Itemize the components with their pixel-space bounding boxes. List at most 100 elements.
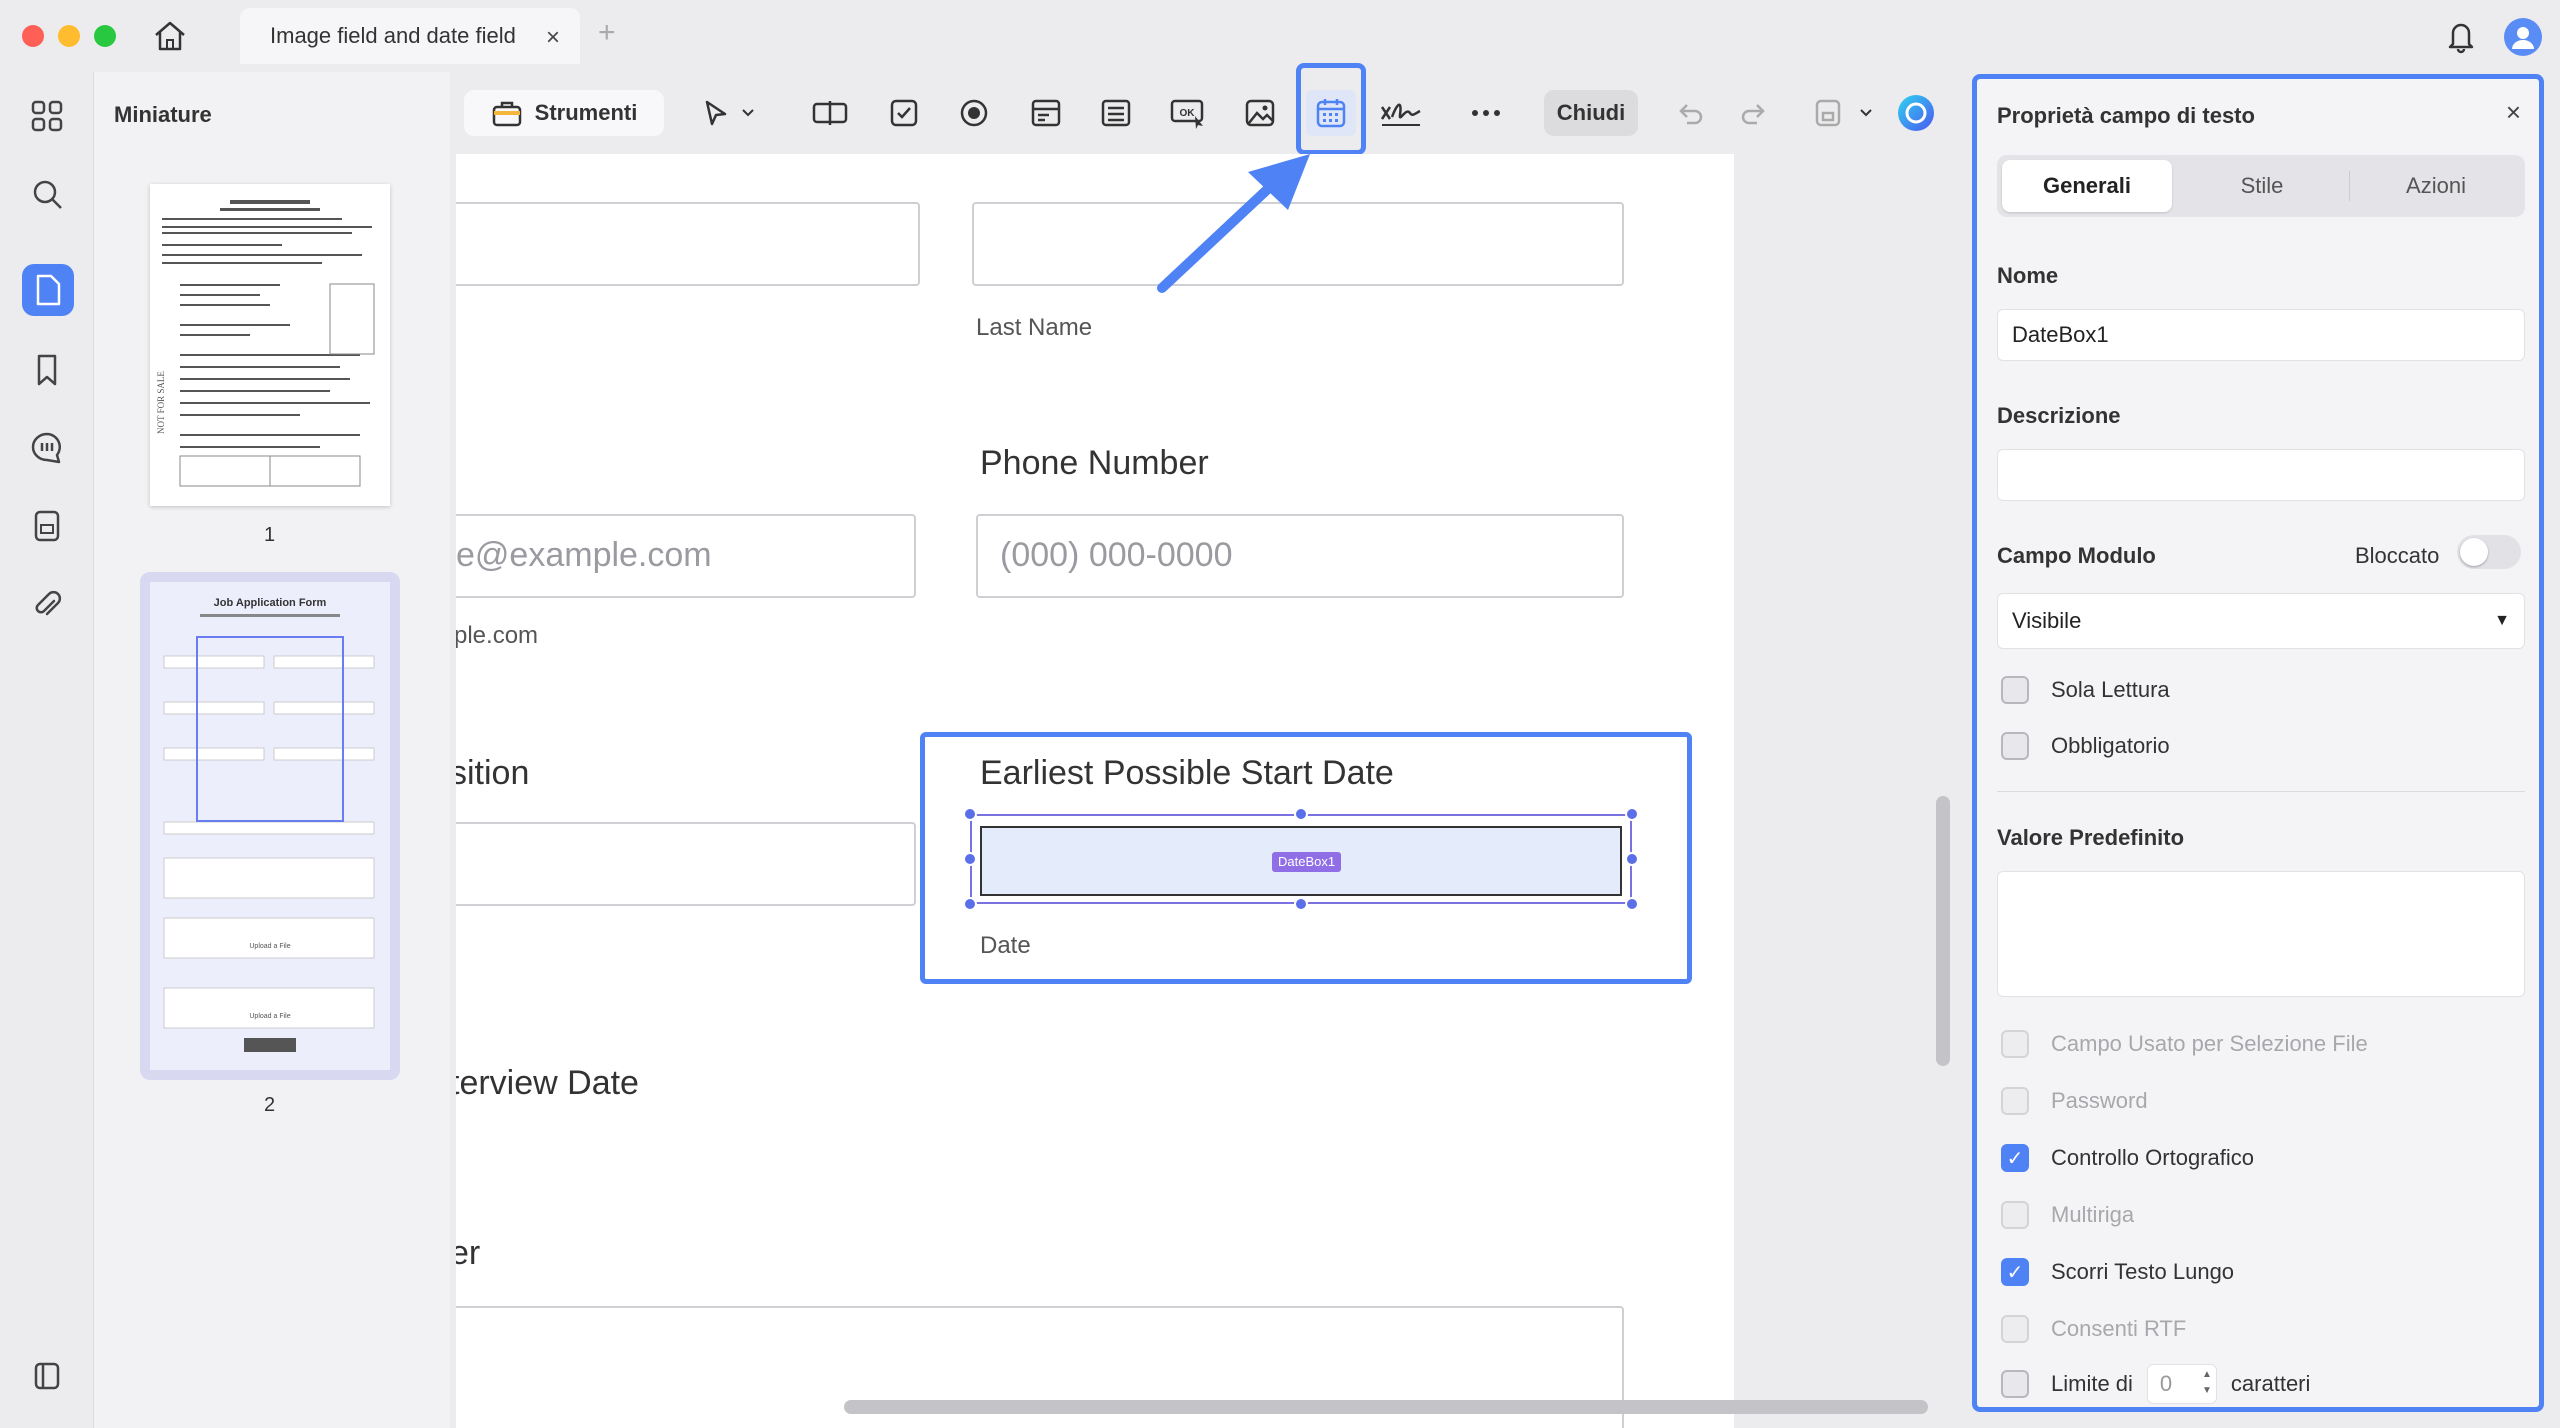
minimize-window-button[interactable] [58, 25, 80, 47]
visibility-select[interactable]: Visibile ▼ [1997, 593, 2525, 649]
forms-icon[interactable] [27, 506, 67, 546]
position-input[interactable] [456, 822, 916, 906]
document-page: Last Name Phone Number e@example.com (00… [456, 154, 1734, 1428]
list-box-icon[interactable] [1096, 90, 1136, 136]
tab-general[interactable]: Generali [2002, 160, 2172, 212]
search-icon[interactable] [27, 174, 67, 214]
resize-handle-bottom-right[interactable] [1625, 897, 1639, 911]
signature-icon[interactable] [1376, 90, 1426, 136]
form-field-label: Campo Modulo [1997, 543, 2156, 568]
comment-icon[interactable] [27, 428, 67, 468]
close-forms-button[interactable]: Chiudi [1544, 90, 1638, 136]
undo-icon[interactable] [1670, 90, 1710, 136]
grid-icon[interactable] [27, 96, 67, 136]
default-value-label: Valore Predefinito [1997, 825, 2185, 850]
read-only-checkbox[interactable] [2001, 676, 2029, 704]
locked-toggle[interactable] [2457, 535, 2521, 569]
char-limit-option[interactable]: Limite di 0 ▲ ▼ caratteri [2001, 1362, 2310, 1406]
home-icon[interactable] [150, 18, 190, 54]
text-field-icon[interactable] [810, 90, 850, 136]
char-limit-checkbox[interactable] [2001, 1370, 2029, 1398]
spell-check-checkbox[interactable]: ✓ [2001, 1144, 2029, 1172]
spell-check-label: Controllo Ortografico [2051, 1145, 2254, 1170]
redo-icon[interactable] [1734, 90, 1774, 136]
image-field-icon[interactable] [1240, 90, 1280, 136]
ai-assistant-icon[interactable] [1894, 90, 1938, 136]
multiline-checkbox [2001, 1201, 2029, 1229]
select-cursor-icon[interactable] [696, 90, 736, 136]
vertical-scrollbar[interactable] [1936, 796, 1950, 1066]
bookmark-icon[interactable] [27, 350, 67, 390]
pages-icon[interactable] [22, 264, 74, 316]
file-select-label: Campo Usato per Selezione File [2051, 1031, 2368, 1056]
document-margin [1734, 154, 1964, 1428]
thumbnail-viewport[interactable] [196, 636, 344, 822]
resize-handle-top-right[interactable] [1625, 807, 1639, 821]
more-icon[interactable] [1466, 90, 1506, 136]
section-divider [1997, 791, 2525, 792]
read-only-label: Sola Lettura [2051, 677, 2170, 702]
resize-handle-bottom-left[interactable] [963, 897, 977, 911]
default-value-textarea[interactable] [1997, 871, 2525, 997]
datebox-field[interactable]: DateBox1 [980, 826, 1622, 896]
name-input[interactable]: DateBox1 [1997, 309, 2525, 361]
save-icon[interactable] [1808, 90, 1848, 136]
svg-text:Job Application Form: Job Application Form [214, 597, 327, 609]
scroll-long-text-option[interactable]: ✓ Scorri Testo Lungo [2001, 1255, 2234, 1289]
svg-text:Upload a File: Upload a File [249, 1013, 290, 1020]
button-field-icon[interactable]: OK [1168, 90, 1208, 136]
page-thumbnail-1[interactable]: NOT FOR SALE [150, 184, 390, 506]
tools-label: Strumenti [534, 100, 638, 125]
required-label: Obbligatorio [2051, 733, 2170, 758]
chevron-down-icon[interactable] [738, 90, 758, 136]
zoom-window-button[interactable] [94, 25, 116, 47]
description-label: Descrizione [1997, 403, 2121, 428]
save-options-chevron-icon[interactable] [1856, 90, 1876, 136]
checkbox-icon[interactable] [884, 90, 924, 136]
resize-handle-left[interactable] [963, 852, 977, 866]
horizontal-scrollbar[interactable] [844, 1400, 1928, 1414]
close-icon[interactable]: × [2506, 97, 2521, 128]
read-only-option[interactable]: Sola Lettura [2001, 673, 2170, 707]
properties-tabs: Generali Stile Azioni [1997, 155, 2525, 217]
required-checkbox[interactable] [2001, 732, 2029, 760]
radio-button-icon[interactable] [954, 90, 994, 136]
svg-text:OK: OK [1180, 108, 1196, 119]
attachment-icon[interactable] [27, 584, 67, 624]
avatar[interactable] [2504, 18, 2542, 56]
stepper-arrows-icon[interactable]: ▲ ▼ [2202, 1367, 2212, 1399]
rich-text-option: Consenti RTF [2001, 1312, 2186, 1346]
rich-text-label: Consenti RTF [2051, 1316, 2187, 1341]
toolbar: Strumenti OK Chiudi [456, 72, 1964, 154]
new-tab-button[interactable]: + [598, 16, 616, 50]
bell-icon[interactable] [2444, 18, 2478, 54]
char-limit-prefix: Limite di [2051, 1371, 2133, 1396]
tab-close-icon[interactable]: × [546, 24, 560, 52]
tab-style[interactable]: Stile [2177, 160, 2347, 212]
sidebar-toggle-icon[interactable] [27, 1356, 67, 1396]
close-window-button[interactable] [22, 25, 44, 47]
scroll-long-text-label: Scorri Testo Lungo [2051, 1259, 2235, 1284]
file-select-option: Campo Usato per Selezione File [2001, 1027, 2368, 1061]
tab-divider [2349, 171, 2350, 201]
description-input[interactable] [1997, 449, 2525, 501]
resize-handle-top[interactable] [1294, 807, 1308, 821]
file-select-checkbox [2001, 1030, 2029, 1058]
name-label: Nome [1997, 263, 2059, 288]
tools-button[interactable]: Strumenti [464, 90, 664, 136]
position-heading: sition [456, 754, 530, 792]
spell-check-option[interactable]: ✓ Controllo Ortografico [2001, 1141, 2254, 1175]
password-option: Password [2001, 1084, 2148, 1118]
tab-actions[interactable]: Azioni [2351, 160, 2521, 212]
resize-handle-top-left[interactable] [963, 807, 977, 821]
resize-handle-bottom[interactable] [1294, 897, 1308, 911]
pointer-arrow [1157, 154, 1310, 293]
multiline-label: Multiriga [2051, 1202, 2135, 1227]
caret-down-icon: ▼ [2494, 612, 2510, 629]
document-tab[interactable]: Image field and date field × [240, 8, 580, 64]
char-limit-input[interactable]: 0 ▲ ▼ [2146, 1364, 2217, 1404]
scroll-long-text-checkbox[interactable]: ✓ [2001, 1258, 2029, 1286]
resize-handle-right[interactable] [1625, 852, 1639, 866]
required-option[interactable]: Obbligatorio [2001, 729, 2170, 763]
combo-box-icon[interactable] [1026, 90, 1066, 136]
